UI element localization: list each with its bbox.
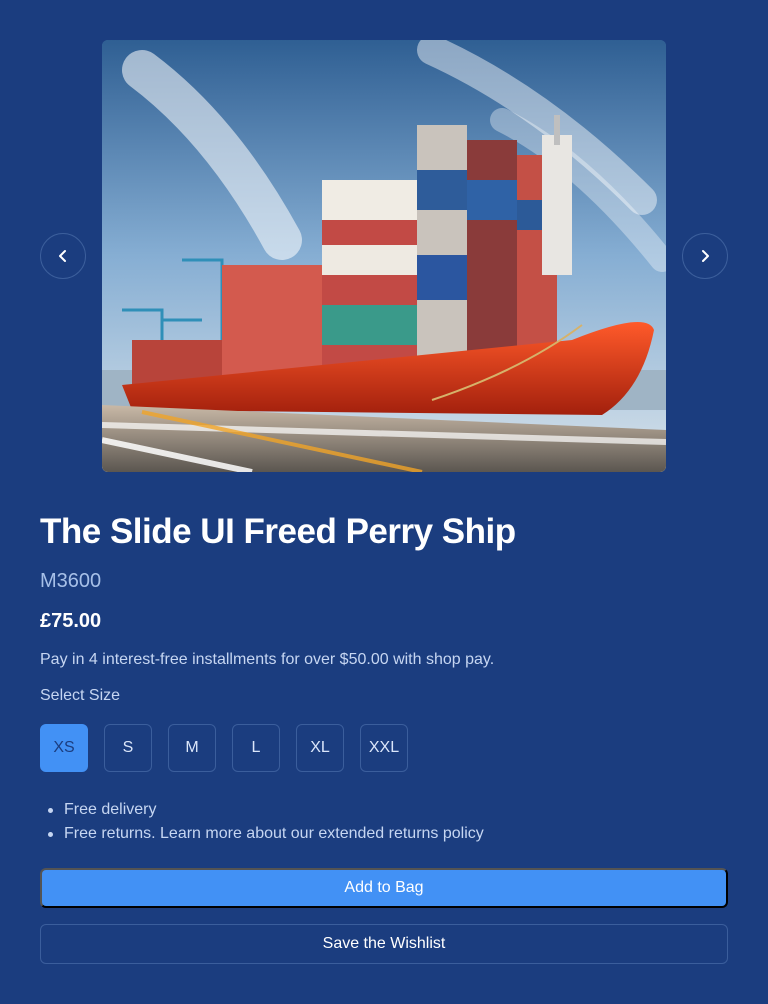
product-price: £75.00: [40, 610, 102, 632]
add-to-bag-button[interactable]: Add to Bag: [40, 868, 728, 908]
product-image-carousel: [0, 0, 768, 480]
size-selector: XS S M L XL XXL: [40, 724, 408, 772]
size-selector-label: Select Size: [40, 687, 121, 704]
product-sku: M3600: [40, 570, 102, 592]
product-image: [102, 40, 666, 472]
size-option-l[interactable]: L: [232, 724, 280, 772]
previous-image-button[interactable]: [40, 233, 86, 279]
feature-item-delivery: Free delivery: [48, 798, 484, 822]
size-option-m[interactable]: M: [168, 724, 216, 772]
chevron-left-icon: [59, 250, 66, 262]
next-image-button[interactable]: [682, 233, 728, 279]
feature-list: Free delivery Free returns. Learn more a…: [48, 798, 484, 846]
product-title: The Slide UI Freed Perry Ship: [40, 512, 516, 551]
installments-note: Pay in 4 interest-free installments for …: [40, 651, 495, 668]
size-option-xs[interactable]: XS: [40, 724, 88, 772]
save-wishlist-button[interactable]: Save the Wishlist: [40, 924, 728, 964]
size-option-xl[interactable]: XL: [296, 724, 344, 772]
feature-item-returns: Free returns. Learn more about our exten…: [48, 822, 484, 846]
chevron-right-icon: [702, 250, 709, 262]
size-option-s[interactable]: S: [104, 724, 152, 772]
size-option-xxl[interactable]: XXL: [360, 724, 408, 772]
